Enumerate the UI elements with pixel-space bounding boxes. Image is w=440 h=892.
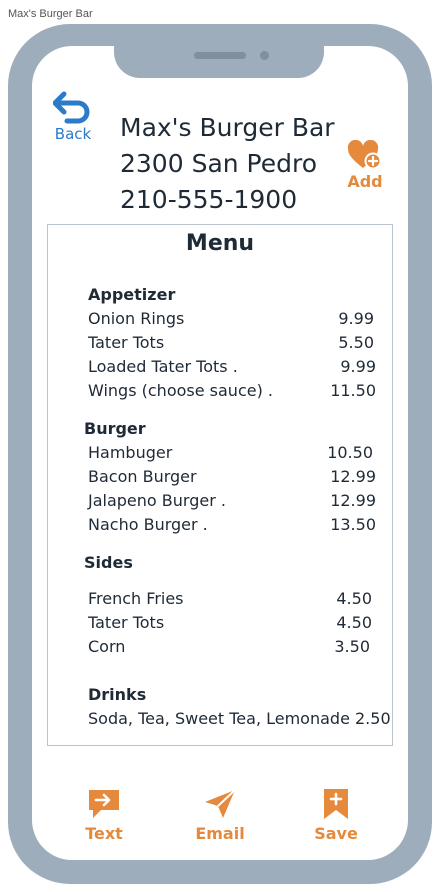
menu-item-price: 3.50: [334, 637, 370, 656]
menu-item-name: Loaded Tater Tots .: [88, 357, 238, 376]
section-heading-drinks: Drinks: [88, 685, 147, 704]
text-label: Text: [85, 824, 123, 843]
phone-notch: [114, 24, 324, 78]
menu-item-price: 11.50: [330, 381, 376, 400]
heart-plus-icon: [342, 140, 388, 170]
section-heading-burger: Burger: [84, 419, 146, 438]
menu-card: Menu Appetizer Onion Rings 9.99 Tater To…: [47, 224, 393, 746]
menu-item-name: Soda, Tea, Sweet Tea, Lemonade 2.50: [88, 709, 391, 728]
save-button[interactable]: Save: [296, 788, 376, 843]
section-heading-appetizer: Appetizer: [88, 285, 176, 304]
bookmark-plus-icon: [296, 788, 376, 820]
menu-item-price: 4.50: [336, 589, 372, 608]
menu-item-price: 5.50: [338, 333, 374, 352]
menu-item-price: 4.50: [336, 613, 372, 632]
restaurant-phone[interactable]: 210-555-1900: [120, 182, 335, 218]
email-button[interactable]: Email: [180, 788, 260, 843]
menu-item-name: Wings (choose sauce) .: [88, 381, 273, 400]
menu-item-price: 9.99: [338, 309, 374, 328]
menu-item-price: 12.99: [330, 467, 376, 486]
text-button[interactable]: Text: [64, 788, 144, 843]
menu-item-price: 9.99: [340, 357, 376, 376]
email-label: Email: [195, 824, 245, 843]
menu-item-name: Corn: [88, 637, 126, 656]
back-button[interactable]: Back: [50, 90, 96, 150]
save-label: Save: [314, 824, 358, 843]
message-icon: [64, 788, 144, 820]
undo-arrow-icon: [50, 90, 96, 124]
restaurant-address: 2300 San Pedro: [120, 149, 318, 178]
menu-item-name: Jalapeno Burger .: [88, 491, 226, 510]
menu-item-name: Nacho Burger .: [88, 515, 208, 534]
window-title: Max's Burger Bar: [8, 8, 93, 20]
menu-title: Menu: [185, 231, 255, 256]
menu-item-name: Onion Rings: [88, 309, 185, 328]
menu-item-price: 13.50: [330, 515, 376, 534]
phone-speaker: [194, 52, 246, 59]
add-favorite-button[interactable]: Add: [342, 140, 388, 191]
phone-camera: [260, 51, 269, 60]
menu-item-name: French Fries: [88, 589, 184, 608]
section-heading-sides: Sides: [84, 553, 133, 572]
menu-item-name: Bacon Burger: [88, 467, 197, 486]
add-label: Add: [347, 172, 383, 191]
back-label: Back: [54, 125, 92, 143]
restaurant-info: Max's Burger Bar 2300 San Pedro 210-555-…: [120, 110, 335, 218]
menu-item-price: 12.99: [330, 491, 376, 510]
restaurant-name: Max's Burger Bar: [120, 113, 335, 142]
send-icon: [180, 788, 260, 820]
menu-item-price: 10.50: [327, 443, 373, 462]
menu-item-name: Tater Tots: [88, 333, 165, 352]
menu-item-name: Tater Tots: [88, 613, 165, 632]
menu-item-name: Hambuger: [88, 443, 173, 462]
